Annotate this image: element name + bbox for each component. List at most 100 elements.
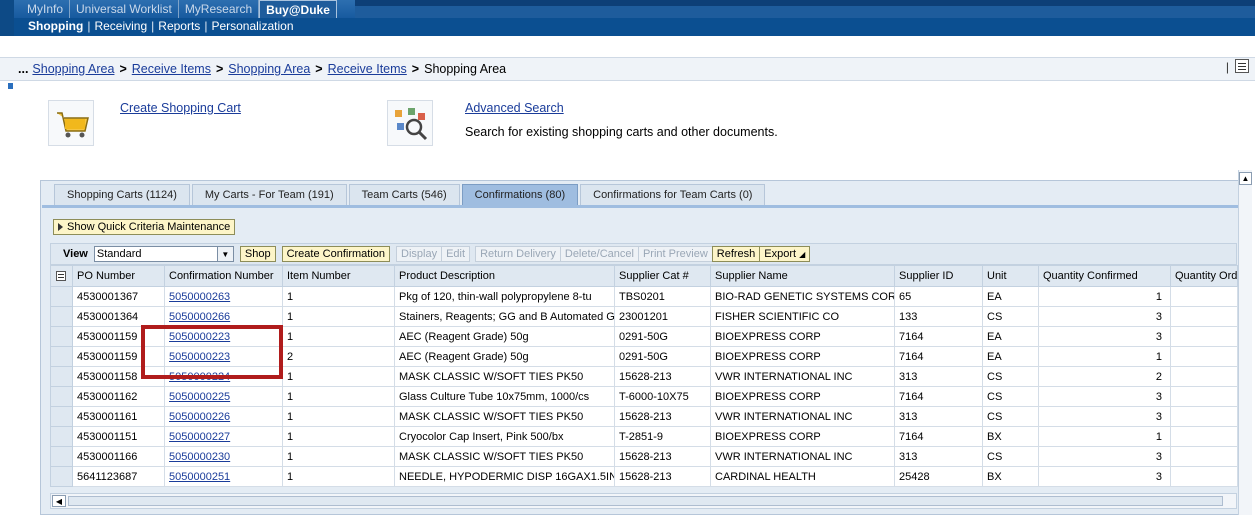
col-confirmation-number[interactable]: Confirmation Number — [164, 265, 283, 287]
row-selector[interactable] — [50, 366, 73, 387]
table-cell: MASK CLASSIC W/SOFT TIES PK50 — [394, 366, 615, 387]
table-cell: CS — [982, 306, 1039, 327]
table-cell: BIOEXPRESS CORP — [710, 426, 895, 447]
breadcrumb-link-receive-items-1[interactable]: Receive Items — [132, 62, 211, 76]
scroll-up-icon[interactable]: ▲ — [1239, 172, 1252, 185]
table-row[interactable]: 4530001166 5050000230 1 MASK CLASSIC W/SOFT… — [50, 446, 1238, 467]
top-tab-buy-at-duke[interactable]: Buy@Duke — [259, 0, 337, 18]
top-navigation-bar: MyInfo Universal Worklist MyResearch Buy… — [0, 0, 1255, 36]
table-cell: 25428 — [894, 466, 983, 487]
row-selector[interactable] — [50, 446, 73, 467]
table-row[interactable]: 4530001159 5050000223 2 AEC (Reagent Grade)… — [50, 346, 1238, 367]
table-cell: 3 — [1038, 446, 1171, 467]
edit-button[interactable]: Edit — [441, 246, 471, 262]
row-selector[interactable] — [50, 326, 73, 347]
table-cell: 1 — [282, 466, 395, 487]
confirmation-number-link[interactable]: 5050000227 — [169, 431, 230, 443]
display-button[interactable]: Display — [396, 246, 443, 262]
table-row[interactable]: 4530001151 5050000227 1 Cryocolor Cap Inser… — [50, 426, 1238, 447]
top-tab-myinfo[interactable]: MyInfo — [21, 0, 71, 18]
horizontal-scrollbar[interactable]: ◀ — [50, 493, 1237, 509]
table-cell: 15628-213 — [614, 466, 711, 487]
col-unit[interactable]: Unit — [982, 265, 1039, 287]
advanced-search-icon[interactable] — [387, 100, 433, 146]
breadcrumb-link-shopping-area-2[interactable]: Shopping Area — [228, 62, 310, 76]
subnav-receiving[interactable]: Receiving — [94, 19, 151, 33]
tab-confirmations[interactable]: Confirmations (80) — [461, 184, 579, 206]
top-tab-myresearch[interactable]: MyResearch — [179, 0, 260, 18]
table-row[interactable]: 4530001367 5050000263 1 Pkg of 120, thin-wa… — [50, 286, 1238, 307]
confirmation-number-link[interactable]: 5050000230 — [169, 451, 230, 463]
table-cell: EA — [982, 286, 1039, 307]
confirmation-number-link[interactable]: 5050000263 — [169, 291, 230, 303]
confirmation-number-link[interactable]: 5050000225 — [169, 391, 230, 403]
table-cell — [1170, 326, 1238, 347]
print-preview-button[interactable]: Print Preview — [637, 246, 713, 262]
table-row[interactable]: 4530001158 5050000224 1 MASK CLASSIC W/SOFT… — [50, 366, 1238, 387]
row-selector[interactable] — [50, 406, 73, 427]
confirmation-number-link[interactable]: 5050000223 — [169, 351, 230, 363]
breadcrumb-link-receive-items-2[interactable]: Receive Items — [328, 62, 407, 76]
col-quantity-confirmed[interactable]: Quantity Confirmed — [1038, 265, 1171, 287]
row-selector[interactable] — [50, 306, 73, 327]
create-shopping-cart-link[interactable]: Create Shopping Cart — [120, 101, 241, 115]
col-quantity-ordered[interactable]: Quantity Orde — [1170, 265, 1238, 287]
scrollbar-thumb[interactable] — [68, 496, 1223, 506]
tab-shopping-carts[interactable]: Shopping Carts (1124) — [54, 184, 190, 206]
row-selector[interactable] — [50, 386, 73, 407]
row-selector[interactable] — [50, 286, 73, 307]
shopping-cart-icon[interactable] — [48, 100, 94, 146]
tab-confirmations-for-team-carts[interactable]: Confirmations for Team Carts (0) — [580, 184, 766, 206]
shop-button[interactable]: Shop — [239, 246, 276, 262]
quick-criteria-label: Show Quick Criteria Maintenance — [67, 221, 231, 233]
col-supplier-id[interactable]: Supplier ID — [894, 265, 983, 287]
advanced-search-link[interactable]: Advanced Search — [465, 101, 564, 115]
subnav-personalization[interactable]: Personalization — [211, 19, 297, 33]
col-supplier-name[interactable]: Supplier Name — [710, 265, 895, 287]
top-tab-universal-worklist[interactable]: Universal Worklist — [70, 0, 179, 18]
top-tabs: MyInfo Universal Worklist MyResearch Buy… — [21, 0, 337, 18]
show-quick-criteria-button[interactable]: Show Quick Criteria Maintenance — [53, 219, 236, 235]
return-delivery-button[interactable]: Return Delivery — [475, 246, 561, 262]
create-confirmation-button[interactable]: Create Confirmation — [281, 246, 391, 262]
refresh-button[interactable]: Refresh — [711, 246, 761, 262]
page-menu-icon[interactable] — [1235, 59, 1249, 73]
table-row[interactable]: 5641123687 5050000251 1 NEEDLE, HYPODERMIC … — [50, 466, 1238, 487]
col-supplier-cat[interactable]: Supplier Cat # — [614, 265, 711, 287]
vertical-scrollbar[interactable]: ▲ — [1238, 170, 1252, 515]
table-cell: 23001201 — [614, 306, 711, 327]
breadcrumb-overflow[interactable]: ... — [18, 62, 28, 76]
tab-team-carts[interactable]: Team Carts (546) — [348, 184, 460, 206]
tab-my-carts-for-team[interactable]: My Carts - For Team (191) — [191, 184, 347, 206]
delete-cancel-button[interactable]: Delete/Cancel — [559, 246, 639, 262]
table-cell: 1 — [282, 446, 395, 467]
row-selector[interactable] — [50, 346, 73, 367]
col-product-description[interactable]: Product Description — [394, 265, 615, 287]
table-cell: 5050000223 — [164, 346, 283, 367]
confirmation-number-link[interactable]: 5050000266 — [169, 311, 230, 323]
table-row[interactable]: 4530001159 5050000223 1 AEC (Reagent Grade)… — [50, 326, 1238, 347]
select-all-cell[interactable] — [50, 265, 73, 287]
subnav-reports[interactable]: Reports — [158, 19, 204, 33]
col-item-number[interactable]: Item Number — [282, 265, 395, 287]
table-row[interactable]: 4530001161 5050000226 1 MASK CLASSIC W/SOFT… — [50, 406, 1238, 427]
table-cell: BIOEXPRESS CORP — [710, 386, 895, 407]
row-selector[interactable] — [50, 426, 73, 447]
confirmation-number-link[interactable]: 5050000224 — [169, 371, 230, 383]
confirmation-number-link[interactable]: 5050000223 — [169, 331, 230, 343]
confirmation-number-link[interactable]: 5050000251 — [169, 471, 230, 483]
action-button-group: Return Delivery Delete/Cancel Print Prev… — [475, 246, 811, 262]
scroll-left-icon[interactable]: ◀ — [52, 495, 66, 507]
col-po-number[interactable]: PO Number — [72, 265, 165, 287]
navigation-toggle-icon[interactable] — [8, 83, 13, 89]
row-selector[interactable] — [50, 466, 73, 487]
view-select-value: Standard — [96, 248, 142, 260]
view-select[interactable]: Standard ▼ — [93, 246, 234, 262]
export-button[interactable]: Export ◢ — [759, 246, 811, 262]
table-row[interactable]: 4530001162 5050000225 1 Glass Culture Tube … — [50, 386, 1238, 407]
table-cell: 4530001161 — [72, 406, 165, 427]
confirmation-number-link[interactable]: 5050000226 — [169, 411, 230, 423]
breadcrumb-link-shopping-area-1[interactable]: Shopping Area — [32, 62, 114, 76]
table-row[interactable]: 4530001364 5050000266 1 Stainers, Reagents;… — [50, 306, 1238, 327]
subnav-shopping[interactable]: Shopping — [28, 19, 87, 33]
